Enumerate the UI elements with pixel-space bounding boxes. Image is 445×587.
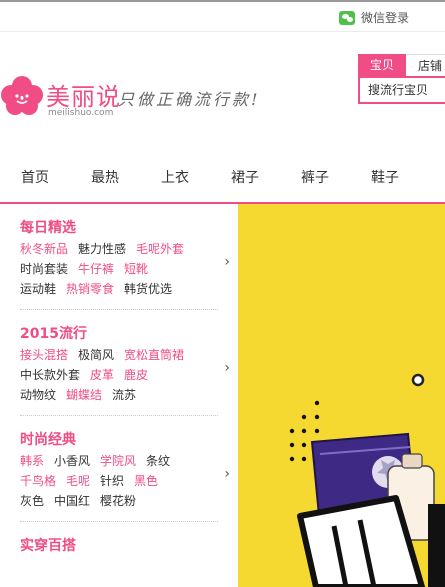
category-row: 接头混搭 极简风 宽松直筒裙	[20, 345, 218, 365]
category-link[interactable]: 黑色	[134, 474, 158, 488]
category-link[interactable]: 短靴	[124, 262, 148, 276]
category-link[interactable]: 动物纹	[20, 388, 56, 402]
meilishuo-flower-icon	[1, 76, 43, 115]
category-row: 动物纹 蝴蝶结 流苏	[20, 385, 218, 405]
category-link[interactable]: 接头混搭	[20, 348, 68, 362]
nav-item-home[interactable]: 首页	[0, 158, 70, 198]
category-row: 灰色 中国红 樱花粉	[20, 491, 218, 511]
chevron-right-icon[interactable]: ›	[224, 466, 230, 482]
category-row: 秋冬新品 魅力性感 毛呢外套	[20, 239, 218, 259]
chevron-right-icon[interactable]: ›	[224, 254, 230, 270]
category-sidebar: 每日精选 秋冬新品 魅力性感 毛呢外套 时尚套装 牛仔裤 短靴 运动鞋 热销零食 韩货优选 › 201…	[0, 204, 238, 587]
category-link[interactable]: 中长款外套	[20, 368, 80, 382]
category-block: 2015流行 接头混搭 极简风 宽松直筒裙 中长款外套 皮革 鹿皮 动物纹 蝴蝶结 流苏 ›	[20, 310, 230, 416]
wechat-login-link[interactable]: 微信登录	[338, 9, 409, 26]
category-link[interactable]: 魅力性感	[78, 242, 126, 256]
category-link[interactable]: 灰色	[20, 494, 44, 508]
category-link[interactable]: 小香风	[54, 454, 90, 468]
nav-item-skirts[interactable]: 裙子	[210, 158, 280, 198]
category-block: 每日精选 秋冬新品 魅力性感 毛呢外套 时尚套装 牛仔裤 短靴 运动鞋 热销零食 韩货优选 ›	[20, 204, 230, 310]
wechat-icon	[338, 10, 355, 25]
category-link[interactable]: 针织	[100, 474, 124, 488]
nav-item-hot[interactable]: 最热	[70, 158, 140, 198]
category-link[interactable]: 热销零食	[66, 282, 114, 296]
category-row: 千鸟格 毛呢 针织 黑色	[20, 471, 218, 491]
site-logo[interactable]: 美丽说 meilishuo.com 只做正确流行款!	[0, 74, 290, 124]
promo-banner[interactable]	[238, 204, 445, 587]
category-title[interactable]: 时尚经典	[20, 416, 218, 451]
category-link[interactable]: 中国红	[54, 494, 90, 508]
brand-domain: meilishuo.com	[48, 108, 114, 118]
banner-edge-shape	[428, 504, 445, 587]
brand-name: 美丽说	[46, 83, 121, 111]
search-box: 宝贝 店铺 搜流行宝贝	[358, 54, 445, 110]
category-link[interactable]: 樱花粉	[100, 494, 136, 508]
wechat-login-label: 微信登录	[360, 11, 409, 25]
category-row: 运动鞋 热销零食 韩货优选	[20, 279, 218, 299]
category-link[interactable]: 运动鞋	[20, 282, 56, 296]
category-link[interactable]: 毛呢	[66, 474, 90, 488]
category-block: 时尚经典 韩系 小香风 学院风 条纹 千鸟格 毛呢 针织 黑色 灰色 中国红 樱花粉 ›	[20, 416, 230, 522]
category-link[interactable]: 皮革	[90, 368, 114, 382]
category-link[interactable]: 条纹	[146, 454, 170, 468]
category-link[interactable]: 鹿皮	[124, 368, 148, 382]
category-title[interactable]: 2015流行	[20, 310, 218, 345]
category-link[interactable]: 时尚套装	[20, 262, 68, 276]
chevron-right-icon[interactable]: ›	[224, 360, 230, 376]
nav-item-shoes[interactable]: 鞋子	[350, 158, 420, 198]
category-link[interactable]: 秋冬新品	[20, 242, 68, 256]
category-row: 韩系 小香风 学院风 条纹	[20, 451, 218, 471]
top-bar: 微信登录	[0, 0, 445, 32]
category-title[interactable]: 每日精选	[20, 204, 218, 239]
category-link[interactable]: 流苏	[112, 388, 136, 402]
category-title[interactable]: 实穿百搭	[20, 522, 218, 557]
category-block: 实穿百搭	[20, 522, 218, 557]
main-nav: 首页 最热 上衣 裙子 裤子 鞋子 包	[0, 158, 445, 198]
category-link[interactable]: 韩系	[20, 454, 44, 468]
category-link[interactable]: 千鸟格	[20, 474, 56, 488]
category-link[interactable]: 蝴蝶结	[66, 388, 102, 402]
category-link[interactable]: 毛呢外套	[136, 242, 184, 256]
search-tab-shops[interactable]: 店铺	[406, 54, 445, 76]
banner-ring-dot	[411, 373, 425, 387]
category-row: 时尚套装 牛仔裤 短靴	[20, 259, 218, 279]
search-tab-items[interactable]: 宝贝	[358, 54, 407, 76]
category-link[interactable]: 牛仔裤	[78, 262, 114, 276]
search-input[interactable]: 搜流行宝贝	[358, 76, 445, 104]
brand-slogan: 只做正确流行款!	[118, 90, 261, 109]
nav-item-pants[interactable]: 裤子	[280, 158, 350, 198]
category-link[interactable]: 极简风	[78, 348, 114, 362]
category-link[interactable]: 宽松直筒裙	[124, 348, 184, 362]
nav-item-tops[interactable]: 上衣	[140, 158, 210, 198]
category-row: 中长款外套 皮革 鹿皮	[20, 365, 218, 385]
banner-illustration	[289, 373, 445, 587]
category-link[interactable]: 学院风	[100, 454, 136, 468]
nav-item-bags[interactable]: 包	[420, 158, 445, 198]
category-link[interactable]: 韩货优选	[124, 282, 172, 296]
